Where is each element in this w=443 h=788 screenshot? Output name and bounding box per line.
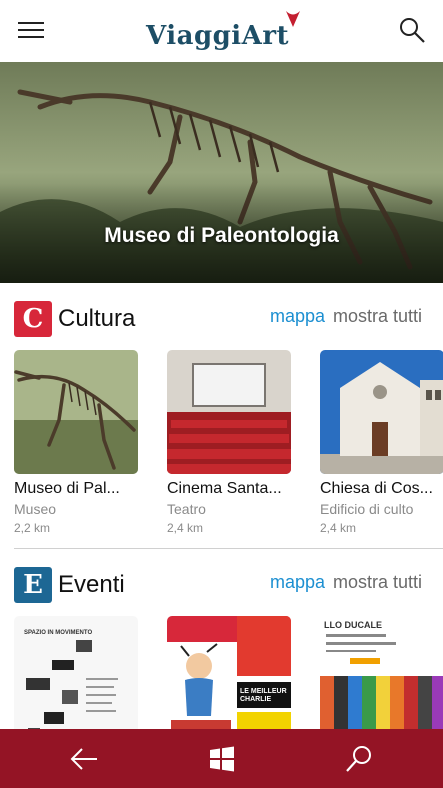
poi-thumbnail: [14, 350, 138, 474]
cultura-badge-icon: C: [14, 301, 52, 337]
hero-banner[interactable]: Museo di Paleontologia: [0, 62, 443, 283]
show-all-link[interactable]: mostra tutti: [333, 306, 422, 327]
section-divider: [14, 548, 443, 549]
poi-thumbnail: [167, 350, 291, 474]
map-link[interactable]: mappa: [270, 572, 325, 593]
eventi-badge-icon: E: [14, 567, 52, 603]
logo-check-mark-icon: [286, 11, 300, 27]
system-navigation-bar: [0, 729, 443, 788]
poi-distance: 2,4 km: [320, 521, 357, 535]
event-card[interactable]: LE MEILLEUR CHARLIE: [167, 616, 291, 729]
event-card[interactable]: LLO DUCALE: [320, 616, 443, 729]
poi-distance: 2,4 km: [167, 521, 204, 535]
event-poster-title: LE MEILLEUR CHARLIE: [240, 688, 287, 703]
poi-card[interactable]: Cinema Santa... Teatro 2,4 km: [167, 350, 291, 535]
event-card[interactable]: SPAZIO IN MOVIMENTO: [14, 616, 138, 729]
poi-name: Museo di Pal...: [14, 480, 120, 497]
event-poster: SPAZIO IN MOVIMENTO: [14, 616, 138, 729]
event-poster: LE MEILLEUR CHARLIE: [167, 616, 291, 729]
poi-name: Chiesa di Cos...: [320, 480, 433, 497]
hero-image: [0, 62, 443, 283]
map-link[interactable]: mappa: [270, 306, 325, 327]
top-app-bar: ViaggiArt: [0, 0, 443, 62]
section-cultura: C Cultura mappa mostra tutti Museo di Pa…: [0, 299, 443, 544]
app-logo: ViaggiArt: [146, 11, 302, 55]
windows-start-icon[interactable]: [207, 744, 237, 774]
poi-distance: 2,2 km: [14, 521, 51, 535]
poi-card[interactable]: Chiesa di Cos... Edificio di culto 2,4 k…: [320, 350, 443, 535]
hero-title: Museo di Paleontologia: [104, 224, 339, 247]
section-header: C Cultura mappa mostra tutti: [0, 299, 443, 339]
section-title: Eventi: [58, 571, 125, 598]
search-icon[interactable]: [398, 16, 426, 44]
section-title: Cultura: [58, 305, 136, 332]
event-poster: LLO DUCALE: [320, 616, 443, 729]
poi-category: Edificio di culto: [320, 501, 414, 517]
poi-name: Cinema Santa...: [167, 480, 282, 497]
section-eventi: E Eventi mappa mostra tutti SPAZIO IN MO…: [0, 565, 443, 729]
poi-category: Museo: [14, 501, 57, 517]
poi-category: Teatro: [167, 501, 206, 517]
section-header: E Eventi mappa mostra tutti: [0, 565, 443, 605]
logo-text: ViaggiArt: [146, 21, 290, 51]
show-all-link[interactable]: mostra tutti: [333, 572, 422, 593]
hamburger-menu-icon[interactable]: [18, 22, 44, 42]
poi-card[interactable]: Museo di Pal... Museo 2,2 km: [14, 350, 138, 535]
back-arrow-icon[interactable]: [69, 744, 99, 774]
poi-thumbnail: [320, 350, 443, 474]
search-icon[interactable]: [344, 744, 374, 774]
